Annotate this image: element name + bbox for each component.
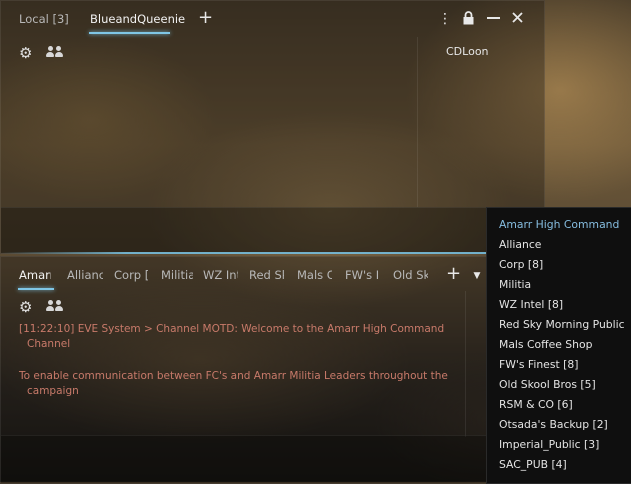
menu-item-red-sky[interactable]: Red Sky Morning Public	[499, 318, 625, 331]
top-toolbar: ⚙	[19, 44, 64, 61]
add-channel-icon[interactable]: +	[198, 9, 213, 27]
gear-icon[interactable]: ⚙	[19, 300, 34, 315]
gear-icon[interactable]: ⚙	[19, 46, 34, 61]
more-options-icon[interactable]: ⋮	[438, 12, 452, 26]
tab-local[interactable]: Local [3]	[19, 12, 69, 26]
add-channel-icon[interactable]: +	[446, 265, 461, 283]
member-list: CDLoon	[417, 37, 544, 207]
menu-item-militia[interactable]: Militia	[499, 278, 531, 291]
tab-red-sky[interactable]: Red Sk	[249, 268, 284, 282]
menu-item-old-skool[interactable]: Old Skool Bros [5]	[499, 378, 596, 391]
tab-old-skool[interactable]: Old Sk	[393, 268, 428, 282]
menu-item-amarr-high-command[interactable]: Amarr High Command	[499, 218, 619, 231]
top-tab-bar: Local [3] BlueandQueenie + ⋮	[1, 1, 544, 37]
menu-item-mals-coffee[interactable]: Mals Coffee Shop	[499, 338, 592, 351]
tab-amarr[interactable]: Amarr	[19, 268, 51, 282]
members-icon[interactable]	[45, 298, 64, 312]
bottom-message-input[interactable]	[1, 435, 544, 481]
chat-message: To enable communication between FC's and…	[19, 370, 448, 397]
top-message-input[interactable]	[1, 207, 544, 253]
chevron-down-icon[interactable]: ▼	[470, 269, 484, 283]
menu-item-sac-pub[interactable]: SAC_PUB [4]	[499, 458, 567, 471]
pane-divider	[465, 291, 466, 437]
tab-blueandqueenie[interactable]: BlueandQueenie	[90, 12, 185, 26]
menu-item-wz-intel[interactable]: WZ Intel [8]	[499, 298, 563, 311]
top-chat-window: Local [3] BlueandQueenie + ⋮ ⚙ CDLoon	[0, 0, 545, 254]
menu-item-fws-finest[interactable]: FW's Finest [8]	[499, 358, 578, 371]
tab-militia[interactable]: Militia	[161, 268, 193, 282]
menu-item-alliance[interactable]: Alliance	[499, 238, 541, 251]
chat-message: [11:22:10] EVE System > Channel MOTD: We…	[19, 323, 445, 350]
bottom-toolbar: ⚙	[19, 298, 64, 315]
menu-item-imperial-public[interactable]: Imperial_Public [3]	[499, 438, 599, 451]
member-item[interactable]: CDLoon	[446, 45, 489, 58]
tab-wz-intel[interactable]: WZ Int	[203, 268, 238, 282]
tab-corp[interactable]: Corp [	[114, 268, 148, 282]
active-tab-indicator	[18, 288, 54, 290]
tab-alliance[interactable]: Allianc	[67, 268, 103, 282]
minimize-icon[interactable]	[486, 11, 500, 28]
menu-item-corp[interactable]: Corp [8]	[499, 258, 543, 271]
members-icon[interactable]	[45, 44, 64, 58]
bottom-chat-window: Amarr Allianc Corp [ Militia WZ Int Red …	[0, 256, 545, 484]
tab-fws-finest[interactable]: FW's I	[345, 268, 380, 282]
menu-item-otsadas-backup[interactable]: Otsada's Backup [2]	[499, 418, 608, 431]
channel-dropdown-menu: Amarr High Command Alliance Corp [8] Mil…	[486, 207, 631, 484]
lock-icon[interactable]	[461, 11, 475, 28]
menu-item-rsm-co[interactable]: RSM & CO [6]	[499, 398, 573, 411]
bottom-tab-bar: Amarr Allianc Corp [ Militia WZ Int Red …	[1, 257, 544, 293]
tab-mals-coffee[interactable]: Mals C	[297, 268, 332, 282]
close-icon[interactable]	[510, 11, 524, 28]
active-tab-indicator	[89, 32, 170, 34]
